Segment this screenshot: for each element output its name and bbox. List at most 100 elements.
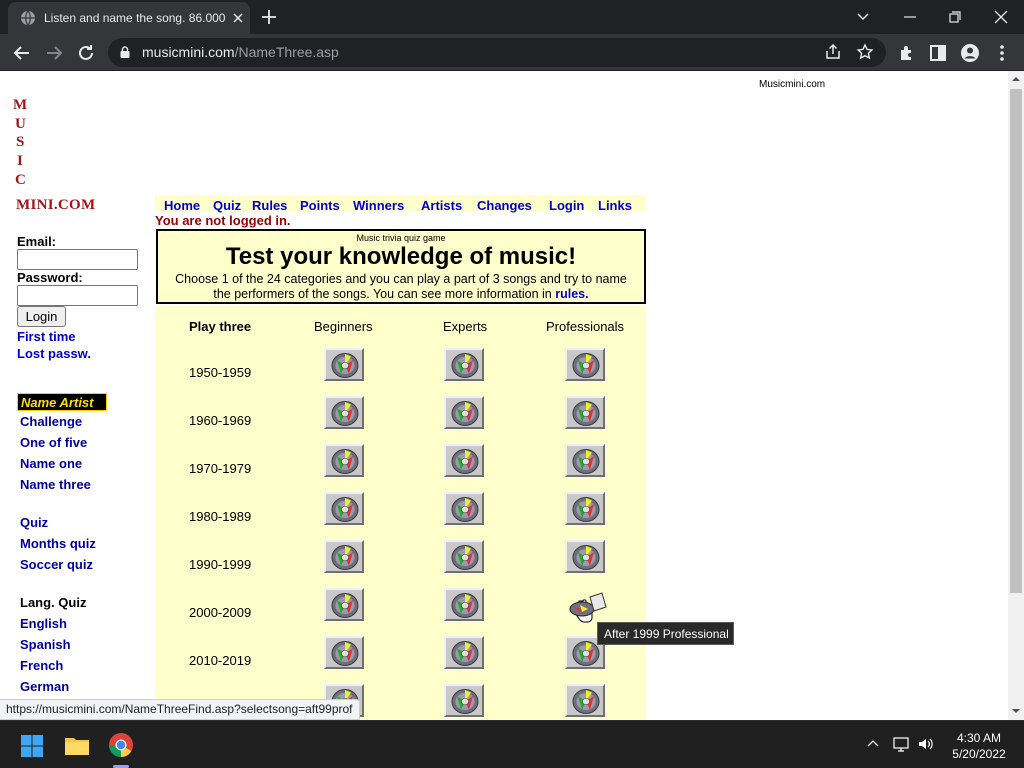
sidebar-item-challenge[interactable]: Challenge: [20, 414, 82, 429]
sidebar-item-spanish[interactable]: Spanish: [20, 637, 71, 652]
browser-tab[interactable]: Listen and name the song. 86.000: [8, 2, 250, 34]
url-text: musicmini.com/NameThree.asp: [142, 44, 339, 61]
sidebar-item-one-of-five[interactable]: One of five: [20, 435, 87, 450]
nav-quiz[interactable]: Quiz: [213, 198, 241, 213]
network-icon[interactable]: [892, 735, 910, 753]
tab-search-icon[interactable]: [849, 4, 877, 30]
sidebar-item-quiz[interactable]: Quiz: [20, 515, 48, 530]
logo-mini-com: MINI.COM: [16, 197, 96, 213]
nav-rules[interactable]: Rules: [252, 198, 287, 213]
play-button-1950-1959-experts[interactable]: [444, 348, 484, 381]
play-button-1970-1979-experts[interactable]: [444, 444, 484, 477]
tooltip-text: After 1999 Professional: [604, 627, 729, 641]
category-label-1950-1959: 1950-1959: [189, 365, 252, 380]
volume-icon[interactable]: [917, 735, 935, 753]
share-icon[interactable]: [824, 43, 842, 61]
play-button-1960-1969-beginners[interactable]: [324, 396, 364, 429]
chrome-icon[interactable]: [108, 732, 134, 758]
status-bar-url: https://musicmini.com/NameThreeFind.asp?…: [0, 699, 360, 720]
category-label-1970-1979: 1970-1979: [189, 461, 252, 476]
logo-letter-i: I: [17, 153, 23, 169]
sidebar-item-soccer-quiz[interactable]: Soccer quiz: [20, 557, 93, 572]
lang-quiz-heading: Lang. Quiz: [20, 595, 87, 610]
minimize-icon[interactable]: [896, 4, 924, 30]
restore-icon[interactable]: [941, 4, 969, 30]
nav-home[interactable]: Home: [164, 198, 200, 213]
first-time-link[interactable]: First time: [17, 329, 76, 344]
column-header-professionals: Professionals: [546, 319, 625, 334]
clock[interactable]: 4:30 AM 5/20/2022: [944, 730, 1014, 762]
play-button-1960-1969-experts[interactable]: [444, 396, 484, 429]
forward-icon[interactable]: [42, 41, 66, 65]
play-button-2010-2019-beginners[interactable]: [324, 636, 364, 669]
nav-links[interactable]: Links: [598, 198, 632, 213]
play-button-2010-2019-experts[interactable]: [444, 636, 484, 669]
play-button-1980-1989-experts[interactable]: [444, 492, 484, 525]
reload-icon[interactable]: [74, 41, 98, 65]
scroll-thumb[interactable]: [1010, 89, 1022, 593]
sidebar-item-name-one[interactable]: Name one: [20, 456, 82, 471]
category-label-1980-1989: 1980-1989: [189, 509, 252, 524]
lost-password-link[interactable]: Lost passw.: [17, 346, 91, 361]
play-button-2000-2009-experts[interactable]: [444, 588, 484, 621]
play-button-1970-1979-beginners[interactable]: [324, 444, 364, 477]
nav-artists[interactable]: Artists: [421, 198, 462, 213]
rules-link[interactable]: rules.: [555, 287, 588, 301]
address-bar[interactable]: musicmini.com/NameThree.asp: [108, 38, 886, 67]
play-button-after-2019-professionals[interactable]: [565, 684, 605, 717]
play-button-1960-1969-professionals[interactable]: [565, 396, 605, 429]
sidebar-item-months-quiz[interactable]: Months quiz: [20, 536, 96, 551]
play-button-1970-1979-professionals[interactable]: [565, 444, 605, 477]
file-explorer-icon[interactable]: [64, 733, 90, 757]
sidebar-item-name-three[interactable]: Name three: [20, 477, 91, 492]
login-status-text: You are not logged in.: [155, 213, 291, 228]
back-icon[interactable]: [10, 41, 34, 65]
email-field[interactable]: [17, 249, 138, 270]
sidebar-item-german[interactable]: German: [20, 679, 69, 694]
nav-changes[interactable]: Changes: [477, 198, 532, 213]
side-panel-icon[interactable]: [926, 41, 950, 65]
sidebar-item-french[interactable]: French: [20, 658, 63, 673]
login-button[interactable]: Login: [17, 306, 66, 327]
new-tab-icon[interactable]: [258, 6, 280, 28]
category-label-2000-2009: 2000-2009: [189, 605, 252, 620]
play-button-1990-1999-beginners[interactable]: [324, 540, 364, 573]
lock-icon[interactable]: [118, 45, 132, 59]
play-button-1950-1959-beginners[interactable]: [324, 348, 364, 381]
nav-winners[interactable]: Winners: [353, 198, 404, 213]
bookmark-star-icon[interactable]: [856, 43, 874, 61]
category-label-1960-1969: 1960-1969: [189, 413, 252, 428]
logo-letter-c: C: [15, 172, 26, 188]
play-button-1990-1999-professionals[interactable]: [565, 540, 605, 573]
profile-icon[interactable]: [958, 41, 982, 65]
play-button-1980-1989-beginners[interactable]: [324, 492, 364, 525]
password-field[interactable]: [17, 285, 138, 306]
name-artist-banner-text: Name Artist: [21, 395, 94, 410]
windows-start-icon[interactable]: [20, 734, 44, 758]
name-artist-banner[interactable]: Name Artist: [17, 393, 107, 411]
nav-login[interactable]: Login: [549, 198, 584, 213]
tab-title: Listen and name the song. 86.000: [44, 11, 226, 25]
play-button-2000-2009-beginners[interactable]: [324, 588, 364, 621]
close-window-icon[interactable]: [987, 4, 1015, 30]
extensions-icon[interactable]: [895, 41, 919, 65]
email-label: Email:: [17, 234, 57, 249]
play-button-1980-1989-professionals[interactable]: [565, 492, 605, 525]
clock-date: 5/20/2022: [952, 747, 1006, 761]
scroll-up-icon[interactable]: [1012, 75, 1020, 83]
browser-toolbar: musicmini.com/NameThree.asp: [0, 34, 1024, 71]
menu-dots-icon[interactable]: [990, 41, 1014, 65]
play-button-after-2019-experts[interactable]: [444, 684, 484, 717]
play-button-2000-2009-professionals[interactable]: [565, 588, 607, 621]
scroll-down-icon[interactable]: [1012, 707, 1020, 715]
close-tab-icon[interactable]: [230, 10, 246, 26]
chevron-up-icon[interactable]: [866, 737, 880, 751]
category-label-2010-2019: 2010-2019: [189, 653, 252, 668]
intro-caption: Music trivia quiz game: [356, 233, 446, 243]
sidebar-item-english[interactable]: English: [20, 616, 67, 631]
vertical-scrollbar[interactable]: [1008, 71, 1024, 720]
page-title: Test your knowledge of music!: [225, 243, 577, 270]
play-button-1990-1999-experts[interactable]: [444, 540, 484, 573]
play-button-1950-1959-professionals[interactable]: [565, 348, 605, 381]
nav-points[interactable]: Points: [300, 198, 340, 213]
